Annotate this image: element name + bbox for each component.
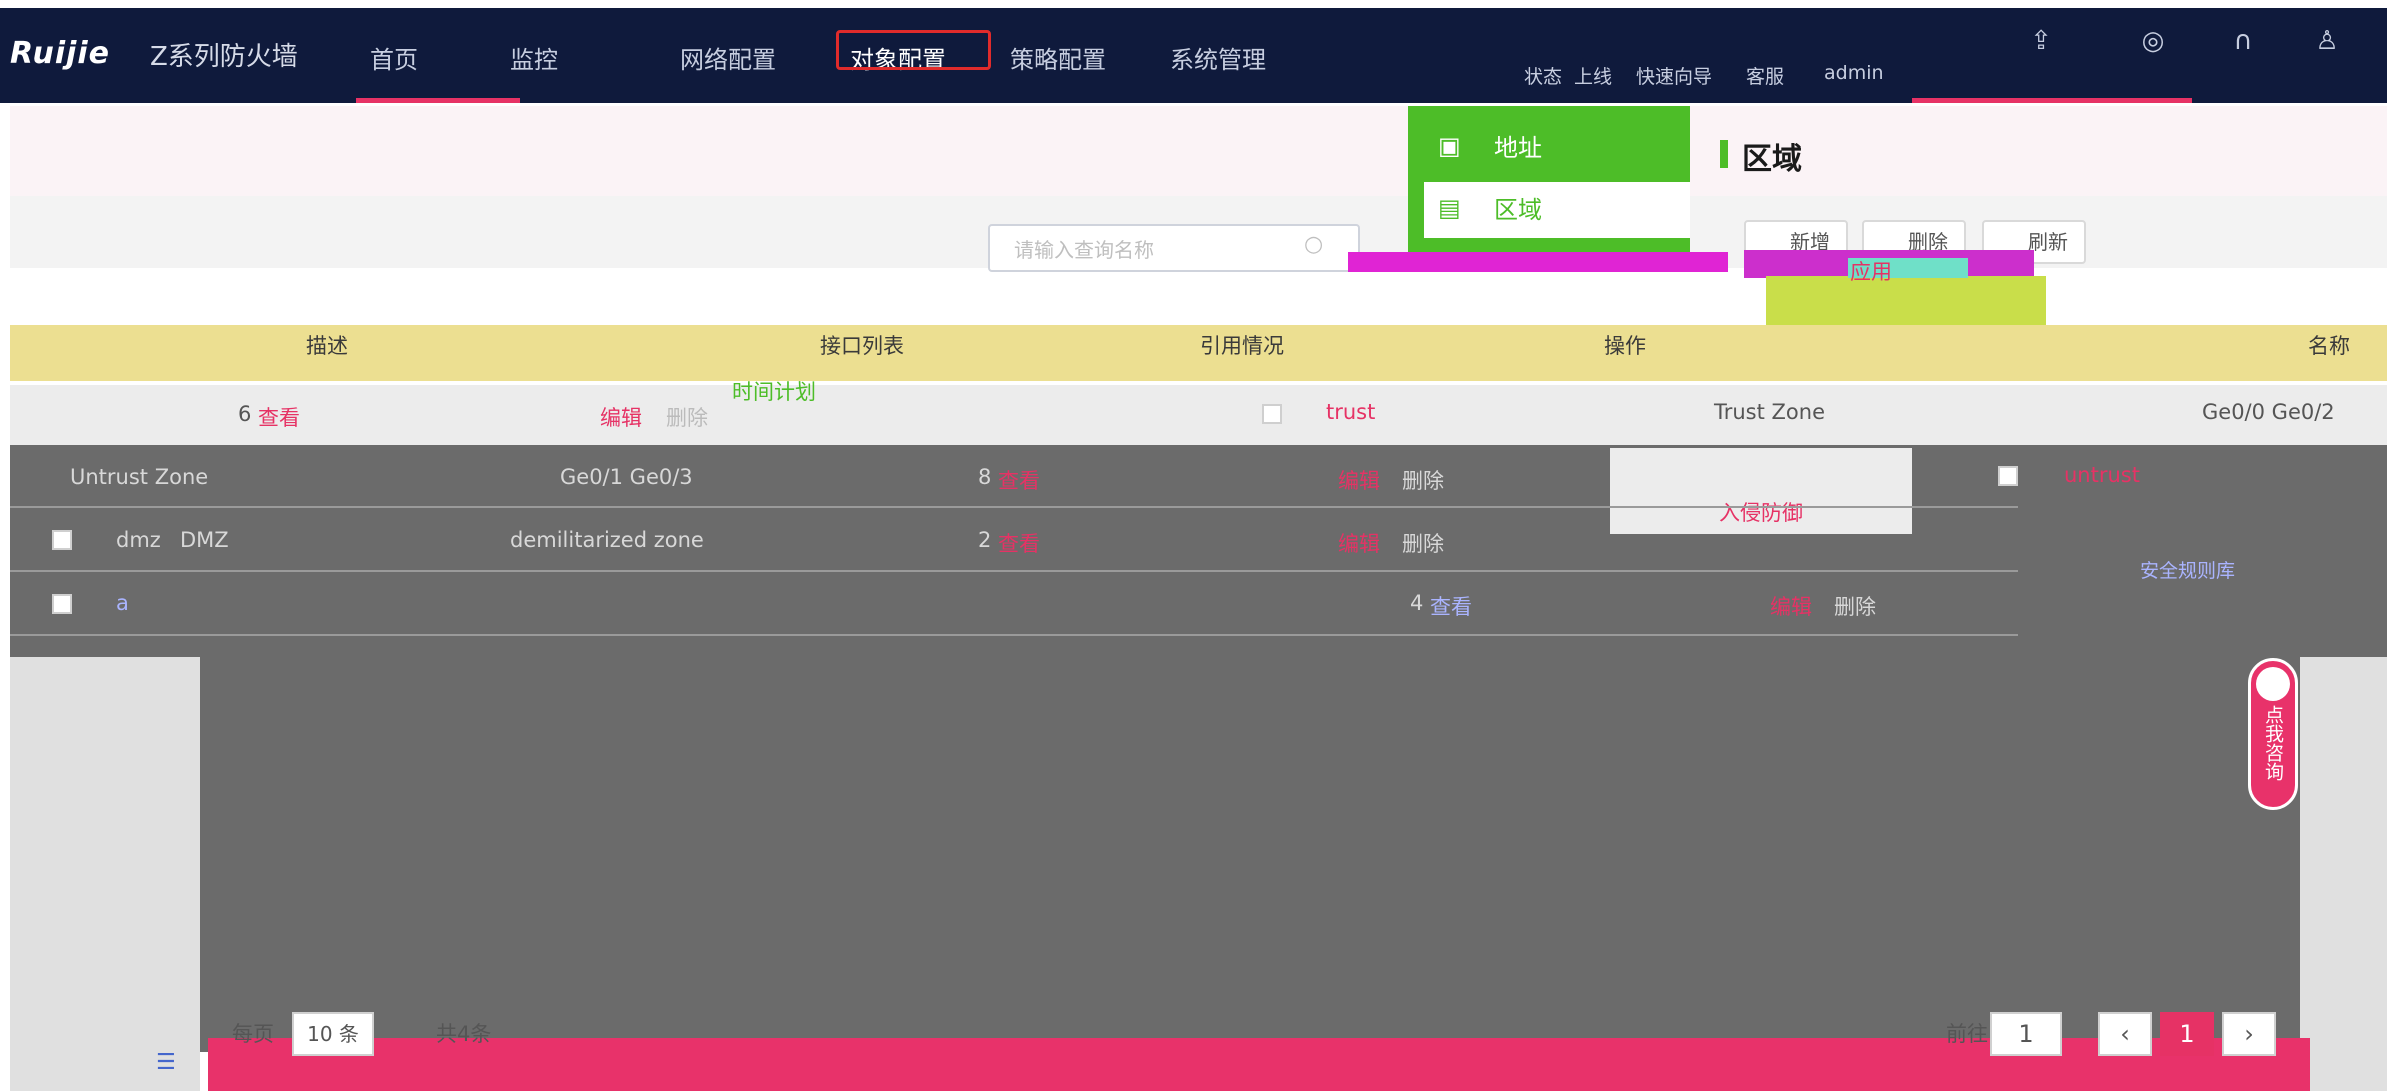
ip-icon: ▣ [1438, 132, 1461, 160]
glitch-block [1348, 252, 1728, 272]
nav-underline-right [1912, 98, 2192, 103]
nav-home[interactable]: 首页 [370, 40, 418, 75]
zone-desc: Untrust Zone [70, 465, 209, 489]
right-gutter [2300, 657, 2387, 1091]
table-header [10, 325, 2387, 381]
edit-link[interactable]: 编辑 [1338, 528, 1380, 558]
row-divider [10, 570, 2018, 572]
zone-name[interactable]: a [116, 591, 129, 615]
col-name: 名称 [2308, 334, 2350, 358]
header-link-quick-guide[interactable]: 快速向导 [1636, 62, 1712, 89]
next-page-button[interactable]: › [2222, 1012, 2276, 1056]
prev-page-button[interactable]: ‹ [2098, 1012, 2152, 1056]
page-title: 区域 [1742, 142, 1802, 177]
nav-underline [356, 98, 520, 103]
zone-desc: Trust Zone [1714, 400, 1825, 424]
sidebar-toggle-icon[interactable]: ☰ [156, 1050, 182, 1076]
left-gutter [10, 657, 200, 1091]
delete-link[interactable]: 删除 [666, 402, 708, 432]
view-link[interactable]: 查看 [998, 465, 1040, 495]
zone-interfaces: Ge0/0 Ge0/2 [2202, 400, 2335, 424]
compass-icon[interactable]: ◎ [2136, 26, 2170, 56]
user-icon[interactable]: ♙ [2310, 26, 2344, 56]
nav-network-config[interactable]: 网络配置 [680, 40, 776, 75]
page-size-select[interactable]: 10 条 [292, 1012, 374, 1056]
col-interfaces: 接口列表 [820, 334, 904, 358]
zone-interfaces: demilitarized zone [510, 528, 704, 552]
nav-monitor[interactable]: 监控 [510, 40, 558, 75]
zone-name[interactable]: untrust [2064, 463, 2140, 487]
header-link-status[interactable]: 状态 [1524, 62, 1562, 89]
zone-name[interactable]: dmz [116, 528, 161, 552]
col-refs: 引用情况 [1200, 334, 1284, 358]
row-checkbox[interactable] [1262, 404, 1282, 424]
goto-label: 前往 [1946, 1022, 1988, 1046]
service-avatar-icon [2256, 667, 2290, 701]
page-size-label: 每页 [232, 1022, 274, 1046]
brand-logo: Ruijie [10, 36, 111, 71]
nav-policy-config[interactable]: 策略配置 [1010, 40, 1106, 75]
menu-item-time-plan[interactable]: 时间计划 [732, 376, 816, 406]
header-user-name[interactable]: admin [1824, 62, 1884, 84]
nav-active-indicator [836, 30, 991, 70]
edit-link[interactable]: 编辑 [600, 402, 642, 432]
view-link[interactable]: 查看 [998, 528, 1040, 558]
zone-icon: ▤ [1438, 194, 1461, 222]
nav-system-manage[interactable]: 系统管理 [1170, 40, 1266, 75]
ref-count: 4 [1410, 591, 1424, 615]
goto-page-input[interactable]: 1 [1990, 1012, 2062, 1056]
menu-item-security-rules[interactable]: 安全规则库 [2140, 556, 2235, 583]
page-number-current[interactable]: 1 [2160, 1012, 2214, 1056]
table-row [10, 385, 2387, 445]
table-body [10, 445, 2387, 657]
menu-item-address[interactable]: 地址 [1424, 120, 1690, 176]
row-divider [10, 506, 2018, 508]
headset-icon[interactable]: ∩ [2226, 26, 2260, 56]
delete-link[interactable]: 删除 [1402, 528, 1444, 558]
consult-button[interactable]: 点我咨询 [2248, 658, 2298, 810]
col-actions: 操作 [1604, 334, 1646, 358]
view-link[interactable]: 查看 [258, 402, 300, 432]
product-name: Z系列防火墙 [150, 42, 298, 72]
header-link-online[interactable]: 上线 [1574, 62, 1612, 89]
total-count: 共4条 [436, 1022, 492, 1046]
content-area [200, 657, 2300, 1052]
zone-name[interactable]: trust [1326, 400, 1375, 424]
content-top-strip [10, 106, 2387, 196]
edit-link[interactable]: 编辑 [1770, 591, 1812, 621]
col-desc: 描述 [306, 334, 348, 358]
menu-item-zone[interactable]: 区域 [1424, 182, 1690, 238]
edit-link[interactable]: 编辑 [1338, 465, 1380, 495]
ref-count: 6 [238, 402, 252, 426]
menu-item-intrusion[interactable]: 入侵防御 [1610, 448, 1912, 534]
zone-desc: DMZ [180, 528, 229, 552]
menu-item-application[interactable]: 应用 [1850, 256, 1892, 286]
upload-icon[interactable]: ⇪ [2024, 26, 2058, 56]
row-checkbox[interactable] [1998, 466, 2018, 486]
ref-count: 8 [978, 465, 992, 489]
row-checkbox[interactable] [52, 594, 72, 614]
delete-link[interactable]: 删除 [1402, 465, 1444, 495]
zone-interfaces: Ge0/1 Ge0/3 [560, 465, 693, 489]
consult-label: 点我咨询 [2262, 705, 2284, 781]
glitch-block [1766, 276, 2046, 326]
row-checkbox[interactable] [52, 530, 72, 550]
row-divider [10, 634, 2018, 636]
header-link-service[interactable]: 客服 [1746, 62, 1784, 89]
ref-count: 2 [978, 528, 992, 552]
delete-link[interactable]: 删除 [1834, 591, 1876, 621]
search-icon[interactable]: ○ [1304, 232, 1323, 257]
view-link[interactable]: 查看 [1430, 591, 1472, 621]
search-placeholder: 请输入查询名称 [1014, 238, 1154, 262]
title-accent-bar [1720, 140, 1728, 168]
